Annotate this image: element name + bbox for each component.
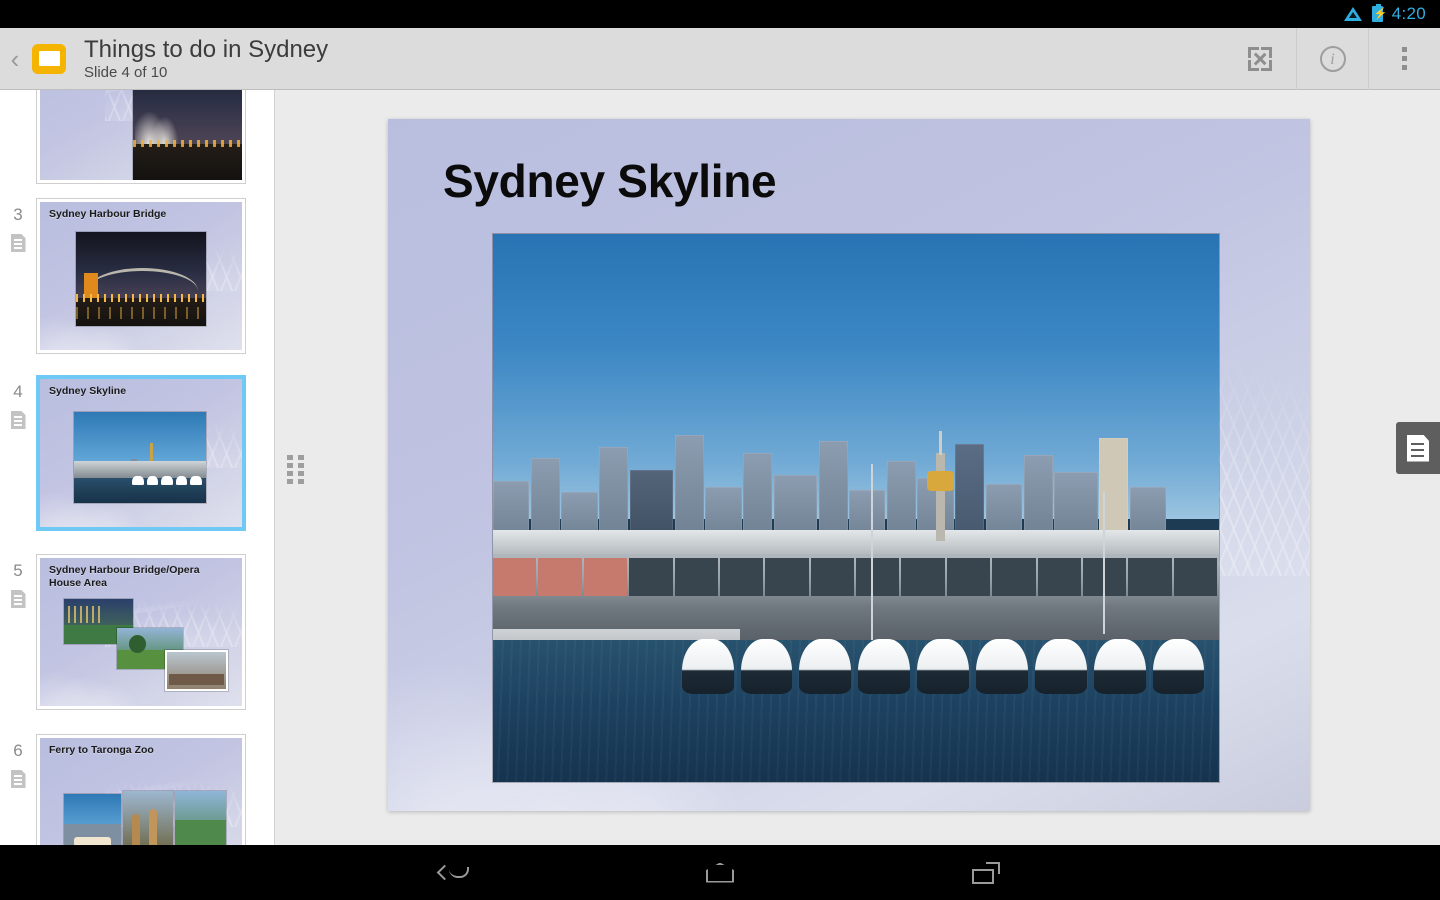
back-arrow-icon — [436, 863, 469, 883]
sydney-tower-icon — [926, 430, 954, 541]
slide-thumbnail[interactable]: Ferry to Taronga Zoo — [36, 734, 246, 845]
thumbnail-photo — [122, 791, 174, 845]
present-fullscreen-button[interactable] — [1224, 28, 1296, 90]
more-vertical-icon — [1402, 47, 1407, 70]
thumbnail-title: Sydney Skyline — [49, 385, 127, 397]
slide-thumbnail-panel[interactable]: 3. Bondi to Bronte walk 4. Bridge Climb … — [0, 90, 275, 845]
thumbnail-photo — [175, 791, 226, 845]
battery-charging-icon — [1371, 4, 1383, 22]
slide-number: 5 — [13, 561, 23, 580]
slide-title-text[interactable]: Sydney Skyline — [443, 154, 777, 208]
android-home-button[interactable] — [692, 853, 748, 893]
thumbnail-photo — [132, 90, 242, 180]
current-slide[interactable]: Sydney Skyline — [388, 119, 1310, 811]
photo-moored-yachts — [681, 618, 1205, 695]
workspace: 3. Bondi to Bronte walk 4. Bridge Climb … — [0, 90, 1440, 845]
thumbnail-photo — [165, 649, 228, 692]
overflow-menu-button[interactable] — [1368, 27, 1440, 90]
list-item[interactable]: 6 Ferry to Taronga Zoo — [0, 734, 274, 845]
photo-sail-mast — [870, 464, 873, 640]
wifi-icon — [1343, 7, 1363, 21]
slide-gutter: 3 — [0, 198, 36, 354]
expand-arrows-icon — [1248, 46, 1272, 71]
slide-number: 3 — [13, 205, 23, 224]
thumbnail-photo — [64, 794, 121, 845]
photo-skyline — [493, 398, 1219, 541]
document-info-button[interactable]: i — [1296, 27, 1368, 90]
thumbnail-title: Sydney Harbour Bridge/Opera House Area — [49, 564, 200, 589]
photo-sail-mast — [1102, 491, 1105, 635]
back-chevron-icon[interactable]: ‹ — [2, 46, 28, 72]
slide-number: 6 — [13, 741, 23, 760]
notes-page-icon — [10, 590, 26, 608]
slide-gutter — [0, 90, 36, 184]
status-bar-clock: 4:20 — [1391, 4, 1426, 23]
thumbnail-canvas: Sydney Harbour Bridge/Opera House Area — [40, 558, 242, 706]
thumbnail-canvas: Ferry to Taronga Zoo — [40, 738, 242, 845]
info-circle-icon: i — [1319, 45, 1346, 72]
slide-editor-stage: Sydney Skyline — [276, 90, 1440, 845]
notes-page-icon — [10, 411, 26, 429]
thumbnail-canvas: Sydney Skyline — [40, 379, 242, 527]
slide-gutter: 4 — [0, 375, 36, 531]
slide-position-label: Slide 4 of 10 — [84, 63, 168, 81]
document-title: Things to do in Sydney — [84, 35, 329, 63]
thumbnail-photo — [74, 411, 206, 504]
list-item[interactable]: 5 Sydney Harbour Bridge/Opera House Area — [0, 554, 274, 710]
status-bar: 4:20 — [0, 0, 1440, 28]
slide-thumbnail[interactable]: 3. Bondi to Bronte walk 4. Bridge Climb … — [36, 90, 246, 184]
speaker-notes-icon — [1407, 434, 1429, 462]
thumbnail-title: Ferry to Taronga Zoo — [49, 744, 154, 756]
list-item[interactable]: 3. Bondi to Bronte walk 4. Bridge Climb … — [0, 90, 274, 184]
slide-thumbnail[interactable]: Sydney Harbour Bridge/Opera House Area — [36, 554, 246, 710]
thumbnail-title: Sydney Harbour Bridge — [49, 208, 167, 220]
slide-gutter: 5 — [0, 554, 36, 710]
android-navigation-bar — [0, 845, 1440, 900]
slides-app-icon — [32, 43, 66, 74]
list-item[interactable]: 4 Sydney Skyline — [0, 375, 274, 531]
thumbnail-canvas: 3. Bondi to Bronte walk 4. Bridge Climb … — [40, 90, 242, 180]
list-item[interactable]: 3 Sydney Harbour Bridge — [0, 198, 274, 354]
android-recents-button[interactable] — [958, 853, 1014, 893]
slide-number: 4 — [13, 382, 23, 401]
slide-thumbnail-selected[interactable]: Sydney Skyline — [36, 375, 246, 531]
notes-page-icon — [10, 234, 26, 252]
slide-photo[interactable] — [493, 234, 1219, 782]
app-bar: ‹ Things to do in Sydney Slide 4 of 10 i — [0, 27, 1440, 90]
slide-thumbnail[interactable]: Sydney Harbour Bridge — [36, 198, 246, 354]
thumbnail-photo — [76, 231, 206, 327]
title-block: Things to do in Sydney Slide 4 of 10 — [84, 36, 328, 82]
notes-page-icon — [10, 770, 26, 788]
home-icon — [706, 862, 734, 883]
panel-resize-handle[interactable] — [287, 455, 309, 484]
recent-apps-icon — [972, 861, 1000, 884]
thumbnail-canvas: Sydney Harbour Bridge — [40, 202, 242, 350]
speaker-notes-tab[interactable] — [1396, 422, 1440, 474]
slide-gutter: 6 — [0, 734, 36, 845]
android-back-button[interactable] — [426, 853, 482, 893]
app-bar-actions: i — [1224, 27, 1440, 90]
